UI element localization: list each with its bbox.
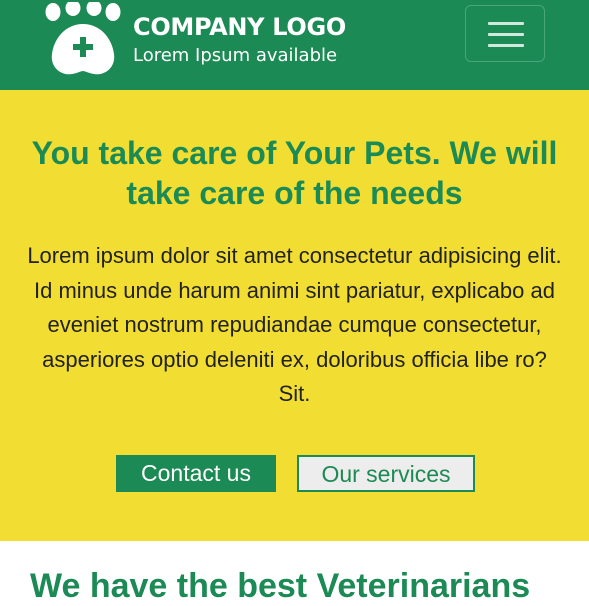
- hero-title: You take care of Your Pets. We will take…: [31, 135, 558, 211]
- logo-subtitle: Lorem Ipsum available: [133, 45, 338, 66]
- hero-description: Lorem ipsum dolor sit amet consectetur a…: [27, 243, 562, 406]
- contact-us-button[interactable]: Contact us: [116, 455, 276, 492]
- logo-text: COMPANY LOGO Lorem Ipsum available: [133, 12, 346, 70]
- hamburger-menu-button[interactable]: [465, 5, 545, 62]
- veterinarians-heading: We have the best Veterinarians: [30, 567, 531, 605]
- logo-title: COMPANY LOGO: [133, 13, 347, 41]
- paw-logo-icon[interactable]: [44, 2, 122, 78]
- our-services-button[interactable]: Our services: [297, 455, 475, 492]
- hero-section: You take care of Your Pets. We will take…: [0, 90, 589, 541]
- site-header: COMPANY LOGO Lorem Ipsum available: [0, 0, 589, 90]
